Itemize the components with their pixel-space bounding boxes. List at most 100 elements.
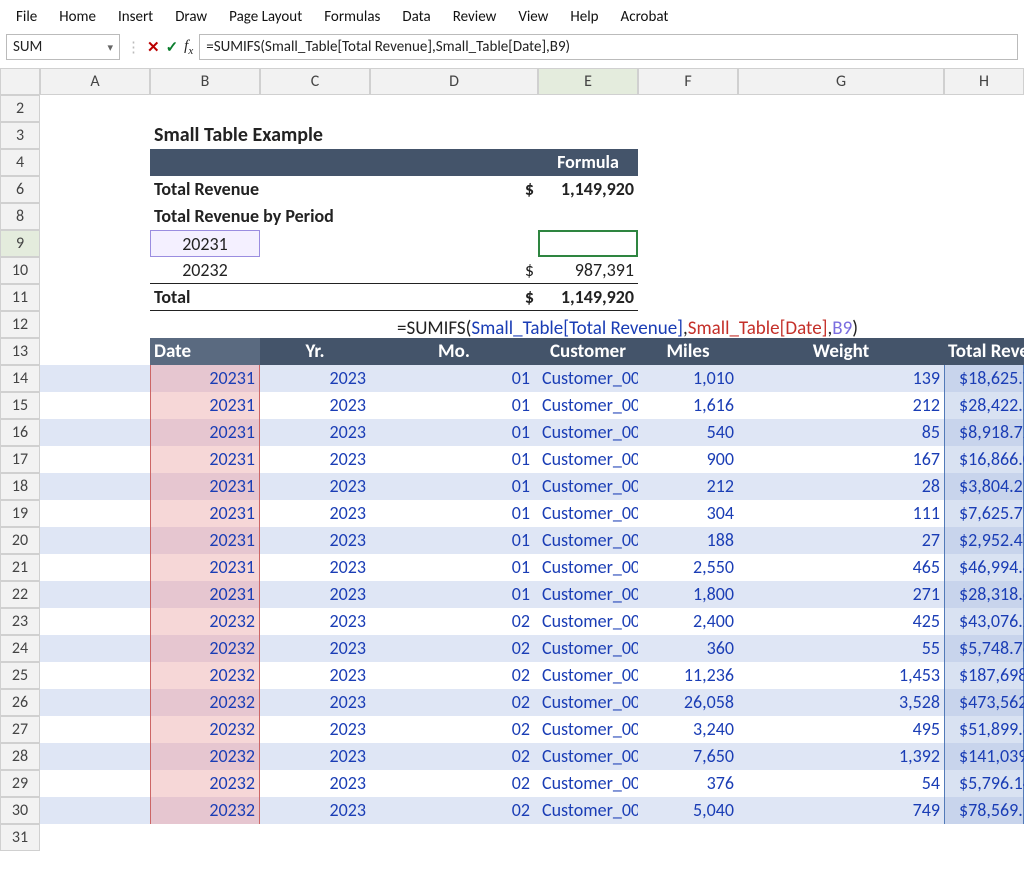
- cell-yr[interactable]: 2023: [260, 743, 370, 770]
- cell-miles[interactable]: 304: [638, 500, 738, 527]
- cell-cust[interactable]: Customer_0001: [538, 797, 638, 824]
- cell-mo[interactable]: 01: [370, 581, 538, 608]
- cell-date[interactable]: 20232: [150, 662, 260, 689]
- cell[interactable]: [40, 743, 150, 770]
- cell-date[interactable]: 20231: [150, 365, 260, 392]
- cell-weight[interactable]: 111: [738, 500, 944, 527]
- cell-revenue[interactable]: $5,796.14: [944, 770, 1024, 797]
- chevron-down-icon[interactable]: ▾: [107, 41, 113, 54]
- menu-help[interactable]: Help: [570, 8, 598, 26]
- cell[interactable]: [638, 257, 1024, 284]
- cell[interactable]: [40, 797, 150, 824]
- cell-weight[interactable]: 1,453: [738, 662, 944, 689]
- cell[interactable]: [638, 149, 1024, 176]
- cell-yr[interactable]: 2023: [260, 500, 370, 527]
- menu-view[interactable]: View: [518, 8, 548, 26]
- cell[interactable]: [40, 446, 150, 473]
- cell-date[interactable]: 20231: [150, 527, 260, 554]
- cell-mo[interactable]: 01: [370, 554, 538, 581]
- cell-revenue[interactable]: $28,422.57: [944, 392, 1024, 419]
- cell-revenue[interactable]: $5,748.76: [944, 635, 1024, 662]
- cell-date[interactable]: 20231: [150, 392, 260, 419]
- tbl-hdr-yr[interactable]: Yr.: [260, 338, 370, 365]
- cell-revenue[interactable]: $43,076.28: [944, 608, 1024, 635]
- row-hdr[interactable]: 29: [0, 770, 40, 797]
- cell-weight[interactable]: 27: [738, 527, 944, 554]
- cell-cust[interactable]: Customer_0001: [538, 581, 638, 608]
- cell[interactable]: [260, 284, 370, 311]
- row-hdr[interactable]: 15: [0, 392, 40, 419]
- cell-revenue[interactable]: $46,994.87: [944, 554, 1024, 581]
- cell[interactable]: [40, 284, 150, 311]
- row-hdr[interactable]: 19: [0, 500, 40, 527]
- cell[interactable]: [370, 230, 538, 257]
- cell-date[interactable]: 20232: [150, 635, 260, 662]
- tbl-hdr-weight[interactable]: Weight: [738, 338, 944, 365]
- cell[interactable]: [40, 419, 150, 446]
- cell-revenue[interactable]: $51,899.80: [944, 716, 1024, 743]
- cell[interactable]: [40, 122, 150, 149]
- cell-cust[interactable]: Customer_0001: [538, 419, 638, 446]
- cell-yr[interactable]: 2023: [260, 473, 370, 500]
- cell-weight[interactable]: 749: [738, 797, 944, 824]
- col-hdr-E[interactable]: E: [538, 68, 638, 95]
- cell[interactable]: [40, 203, 150, 230]
- cell-mo[interactable]: 01: [370, 392, 538, 419]
- cell-miles[interactable]: 2,550: [638, 554, 738, 581]
- cell[interactable]: [638, 203, 1024, 230]
- row-hdr[interactable]: 2: [0, 95, 40, 122]
- cell-weight[interactable]: 425: [738, 608, 944, 635]
- menu-data[interactable]: Data: [402, 8, 430, 26]
- cell-cust[interactable]: Customer_0001: [538, 608, 638, 635]
- cell-cust[interactable]: Customer_0001: [538, 446, 638, 473]
- menu-draw[interactable]: Draw: [175, 8, 207, 26]
- cell-miles[interactable]: 212: [638, 473, 738, 500]
- cell-miles[interactable]: 1,616: [638, 392, 738, 419]
- tbl-hdr-miles[interactable]: Miles: [638, 338, 738, 365]
- cell-yr[interactable]: 2023: [260, 608, 370, 635]
- cell-mo[interactable]: 02: [370, 608, 538, 635]
- cell[interactable]: [40, 770, 150, 797]
- cell-mo[interactable]: 01: [370, 473, 538, 500]
- cell-weight[interactable]: 271: [738, 581, 944, 608]
- row-hdr[interactable]: 25: [0, 662, 40, 689]
- row-hdr[interactable]: 18: [0, 473, 40, 500]
- fx-icon[interactable]: fx: [184, 38, 193, 57]
- cell-revenue[interactable]: $187,698.70: [944, 662, 1024, 689]
- cell[interactable]: [40, 554, 150, 581]
- cell-mo[interactable]: 01: [370, 419, 538, 446]
- cell-date[interactable]: 20231: [150, 473, 260, 500]
- cell-yr[interactable]: 2023: [260, 446, 370, 473]
- row-hdr[interactable]: 26: [0, 689, 40, 716]
- row-hdr[interactable]: 9: [0, 230, 40, 257]
- cell-miles[interactable]: 360: [638, 635, 738, 662]
- row-hdr[interactable]: 4: [0, 149, 40, 176]
- cell-weight[interactable]: 85: [738, 419, 944, 446]
- cell-miles[interactable]: 5,040: [638, 797, 738, 824]
- cell-revenue[interactable]: $28,318.60: [944, 581, 1024, 608]
- name-box[interactable]: SUM ▾: [6, 34, 120, 60]
- cell-cust[interactable]: Customer_0001: [538, 527, 638, 554]
- row-hdr[interactable]: 24: [0, 635, 40, 662]
- cell-date[interactable]: 20232: [150, 608, 260, 635]
- cell[interactable]: [40, 338, 150, 365]
- cell[interactable]: [40, 635, 150, 662]
- cell-mo[interactable]: 02: [370, 635, 538, 662]
- row-hdr[interactable]: 31: [0, 824, 40, 851]
- cell[interactable]: [538, 122, 1024, 149]
- confirm-icon[interactable]: ✓: [166, 38, 179, 57]
- row-hdr[interactable]: 12: [0, 311, 40, 338]
- cell-E9[interactable]: [538, 230, 638, 257]
- cell[interactable]: [260, 230, 370, 257]
- cell-revenue[interactable]: $78,569.17: [944, 797, 1024, 824]
- cell-miles[interactable]: 3,240: [638, 716, 738, 743]
- row-hdr[interactable]: 10: [0, 257, 40, 284]
- cell-revenue[interactable]: $18,625.71: [944, 365, 1024, 392]
- cell-yr[interactable]: 2023: [260, 581, 370, 608]
- cell-D10[interactable]: $: [370, 257, 538, 284]
- cell-yr[interactable]: 2023: [260, 716, 370, 743]
- cell[interactable]: [40, 500, 150, 527]
- cell-revenue[interactable]: $141,039.40: [944, 743, 1024, 770]
- row-hdr[interactable]: 22: [0, 581, 40, 608]
- cell-weight[interactable]: 465: [738, 554, 944, 581]
